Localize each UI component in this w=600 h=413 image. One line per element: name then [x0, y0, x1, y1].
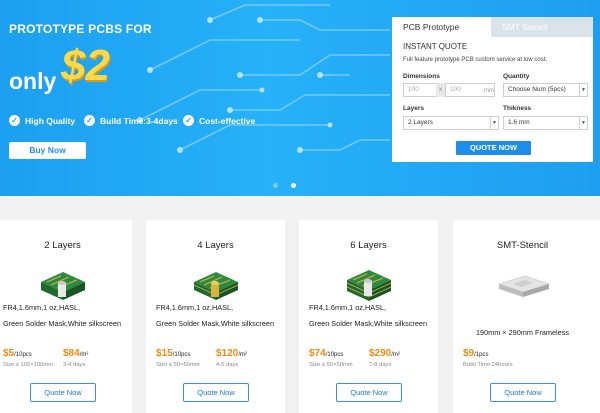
size-limit: Size ≤ 100×100mm [3, 362, 54, 368]
price-per-piece: $9 /1pcs [463, 348, 488, 359]
quantity-select[interactable]: Choose Num (5pcs) ▼ [503, 83, 588, 97]
dimension-unit: mm [484, 83, 495, 97]
price-per-piece: $74 /10pcs [309, 348, 343, 359]
price-value: $5 [3, 348, 15, 359]
product-card-6-layers: 6 Layers FR4,1.6mm,1 oz,HASL, Green Sold… [299, 220, 438, 413]
card-spec-line-1: FR4,1.6mm,1 oz,HASL, [156, 303, 234, 312]
dimension-width-input[interactable]: 100 [403, 83, 437, 97]
product-card-smt-stencil: SMT-Stencil 190mm × 290mm Frameless $9 /… [453, 220, 600, 413]
price-value: $9 [463, 348, 475, 359]
card-spec-line-1: 190mm × 290mm Frameless [475, 328, 570, 337]
price-per-piece: $15 /10pcs [156, 348, 190, 359]
thickness-label: Thikness [503, 105, 532, 112]
carousel-dot-2[interactable] [291, 183, 296, 188]
price-unit: /1pcs [474, 352, 489, 358]
card-title: 2 Layers [44, 240, 81, 251]
price-value: $84 [63, 348, 80, 359]
product-card-2-layers: 2 Layers FR4,1.6mm,1 oz,HASL, Green Sold… [0, 220, 132, 413]
feature-label: High Quality [25, 115, 76, 126]
build-days: 3-4 days [63, 362, 86, 368]
buy-now-button[interactable]: Buy Now [9, 142, 86, 159]
price-value: $120 [216, 348, 239, 359]
card-spec-line-1: FR4,1.6mm,1 oz,HASL, [3, 303, 81, 312]
thickness-select[interactable]: 1.6 mm ▼ [503, 116, 588, 130]
feature-build-time: ✓ Build Time:3-4days [84, 115, 178, 126]
card-spec-line-2: Green Solder Mask,White silkscreen [309, 319, 428, 328]
hero-banner: PROTOTYPE PCBS FOR only $2 ✓ High Qualit… [0, 0, 600, 196]
quote-now-button[interactable]: QUOTE NOW [456, 141, 531, 155]
check-circle-icon: ✓ [84, 115, 95, 126]
quote-panel: PCB Prototype SMT Stencil INSTANT QUOTE … [392, 17, 593, 162]
build-days: 7-8 days [369, 362, 392, 368]
feature-label: Build Time:3-4days [100, 115, 178, 126]
price-per-area: $84 /m² [63, 348, 88, 359]
quantity-label: Quantity [503, 73, 530, 80]
card-title: SMT-Stencil [496, 240, 549, 251]
price-unit: /10pcs [325, 352, 344, 358]
placeholder-text: 100 [408, 86, 419, 93]
stencil-icon [498, 275, 550, 297]
build-days: 4-5 days [216, 362, 239, 368]
selected-value: 2 Layers [408, 119, 433, 126]
chevron-down-icon: ▼ [490, 117, 498, 129]
price-unit: /10pcs [14, 352, 32, 358]
pcb-board-icon [346, 270, 392, 301]
dimension-separator: x [436, 83, 445, 97]
card-spec-line-1: FR4,1.6mm,1 oz,HASL, [309, 303, 387, 312]
dimension-height-input[interactable]: 100 [445, 83, 485, 97]
price-unit: /m² [391, 352, 400, 358]
quote-tabs: PCB Prototype SMT Stencil [392, 17, 593, 37]
price-unit: /m² [238, 352, 247, 358]
price-value: $74 [309, 348, 326, 359]
price-unit: /m² [79, 352, 89, 358]
feature-label: Cost-effective [199, 115, 256, 126]
placeholder-text: 100 [450, 86, 461, 93]
feature-high-quality: ✓ High Quality [9, 115, 75, 126]
layers-select[interactable]: 2 Layers ▼ [403, 116, 499, 130]
pcb-board-icon [193, 272, 239, 300]
product-card-4-layers: 4 Layers FR4,1.6mm,1 oz,HASL, Green Sold… [146, 220, 285, 413]
build-time: Build Time:24hours [463, 362, 513, 368]
promo-price: $2 [61, 41, 110, 90]
card-title: 4 Layers [197, 240, 234, 251]
promo-only-text: only [9, 68, 57, 94]
selected-value: Choose Num (5pcs) [508, 86, 566, 93]
tab-smt-stencil[interactable]: SMT Stencil [491, 17, 593, 37]
quote-now-button[interactable]: Quote Now [336, 383, 402, 402]
layers-label: Layers [403, 105, 424, 112]
dimensions-label: Dimensions [403, 73, 440, 80]
size-limit: Size ≤ 50×50mm [309, 362, 353, 368]
quote-now-button[interactable]: Quote Now [30, 383, 96, 402]
chevron-down-icon: ▼ [579, 84, 587, 96]
price-per-piece: $5 /10pcs [3, 348, 32, 359]
price-unit: /10pcs [172, 352, 191, 358]
card-spec-line-2: Green Solder Mask,White silkscreen [156, 319, 275, 328]
size-limit: Size ≤ 50×50mm [156, 362, 200, 368]
instant-quote-description: Full feature prototype PCB custom servic… [403, 57, 548, 63]
price-value: $290 [369, 348, 392, 359]
instant-quote-title: INSTANT QUOTE [403, 42, 468, 51]
price-per-area: $290 /m² [369, 348, 400, 359]
quote-now-button[interactable]: Quote Now [490, 383, 556, 402]
selected-value: 1.6 mm [508, 119, 530, 126]
carousel-dot-1[interactable] [273, 183, 278, 188]
promo-heading: PROTOTYPE PCBS FOR [9, 22, 152, 36]
chevron-down-icon: ▼ [579, 117, 587, 129]
check-circle-icon: ✓ [9, 115, 20, 126]
check-circle-icon: ✓ [183, 115, 194, 126]
price-per-area: $120 /m² [216, 348, 247, 359]
feature-cost-effective: ✓ Cost-effective [183, 115, 255, 126]
price-value: $15 [156, 348, 173, 359]
pcb-board-icon [41, 272, 85, 300]
card-title: 6 Layers [350, 240, 387, 251]
tab-pcb-prototype[interactable]: PCB Prototype [392, 17, 491, 37]
quote-now-button[interactable]: Quote Now [183, 383, 249, 402]
card-spec-line-2: Green Solder Mask,White silkscreen [3, 319, 122, 328]
